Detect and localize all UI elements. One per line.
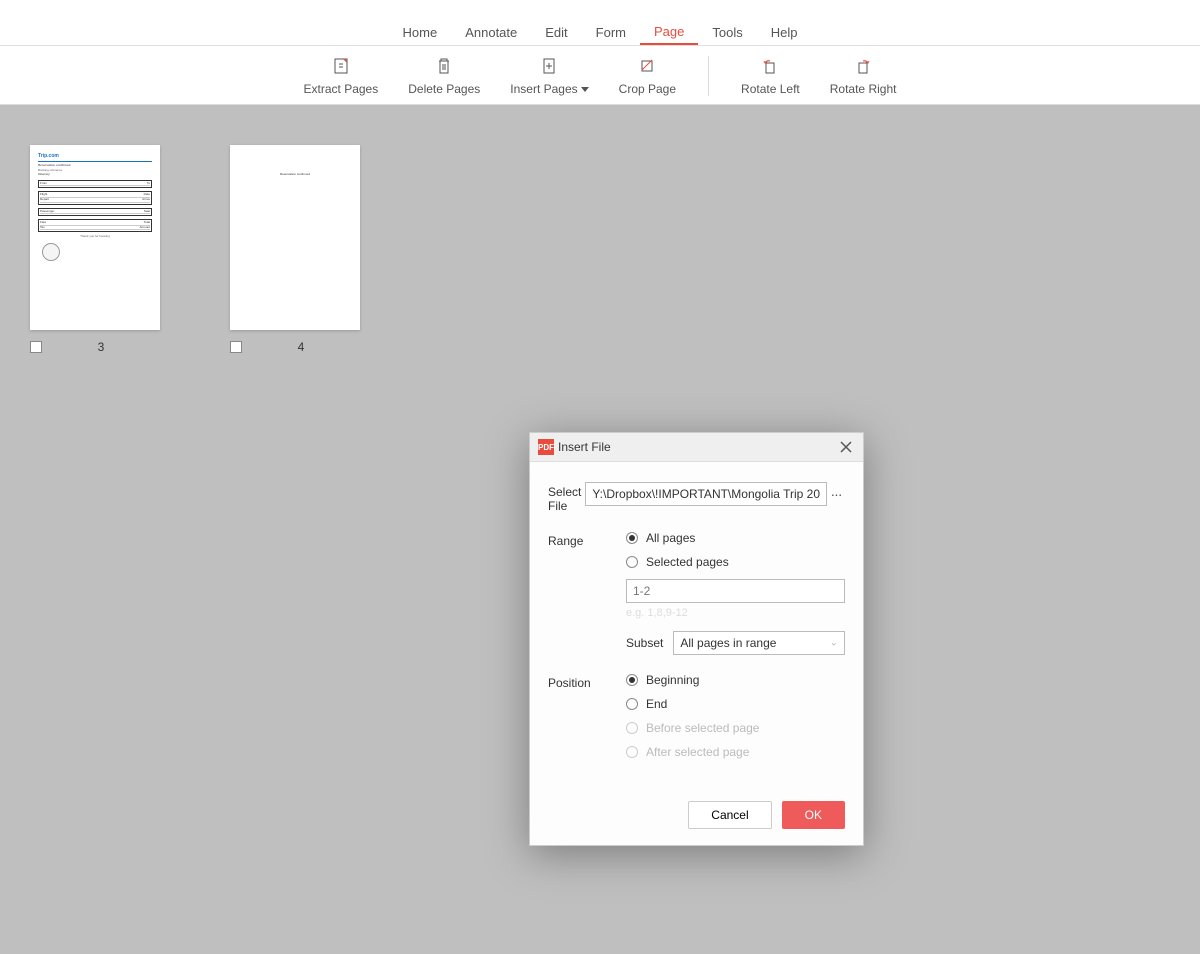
- select-file-label: Select File: [548, 482, 585, 513]
- dialog-body: Select File Y:\Dropbox\!IMPORTANT\Mongol…: [530, 462, 863, 845]
- after-selected-label: After selected page: [646, 745, 749, 759]
- radio-all-pages[interactable]: [626, 532, 638, 544]
- range-hint: e.g. 1,8,9-12: [626, 607, 845, 619]
- pdf-app-icon: PDF: [538, 439, 554, 455]
- subset-dropdown[interactable]: All pages in range ⌄: [673, 631, 845, 655]
- dialog-titlebar[interactable]: PDF Insert File: [530, 433, 863, 462]
- browse-button[interactable]: ···: [827, 486, 845, 502]
- all-pages-label: All pages: [646, 531, 695, 545]
- cancel-button[interactable]: Cancel: [688, 801, 771, 829]
- subset-value: All pages in range: [680, 636, 776, 650]
- radio-end[interactable]: [626, 698, 638, 710]
- radio-before-selected: [626, 722, 638, 734]
- radio-after-selected: [626, 746, 638, 758]
- dialog-overlay: PDF Insert File Select File Y:\Dropbox\!…: [0, 0, 1200, 954]
- radio-selected-pages[interactable]: [626, 556, 638, 568]
- insert-file-dialog: PDF Insert File Select File Y:\Dropbox\!…: [529, 432, 864, 846]
- close-button[interactable]: [837, 438, 855, 456]
- end-label: End: [646, 697, 667, 711]
- ok-button[interactable]: OK: [782, 801, 845, 829]
- position-label: Position: [548, 673, 626, 690]
- radio-beginning[interactable]: [626, 674, 638, 686]
- subset-label: Subset: [626, 636, 663, 650]
- file-path-input[interactable]: Y:\Dropbox\!IMPORTANT\Mongolia Trip 20: [585, 482, 827, 506]
- page-range-input[interactable]: [626, 579, 845, 603]
- range-label: Range: [548, 531, 626, 548]
- dialog-title: Insert File: [558, 440, 837, 454]
- beginning-label: Beginning: [646, 673, 699, 687]
- chevron-down-icon: ⌄: [830, 638, 838, 649]
- before-selected-label: Before selected page: [646, 721, 759, 735]
- selected-pages-label: Selected pages: [646, 555, 729, 569]
